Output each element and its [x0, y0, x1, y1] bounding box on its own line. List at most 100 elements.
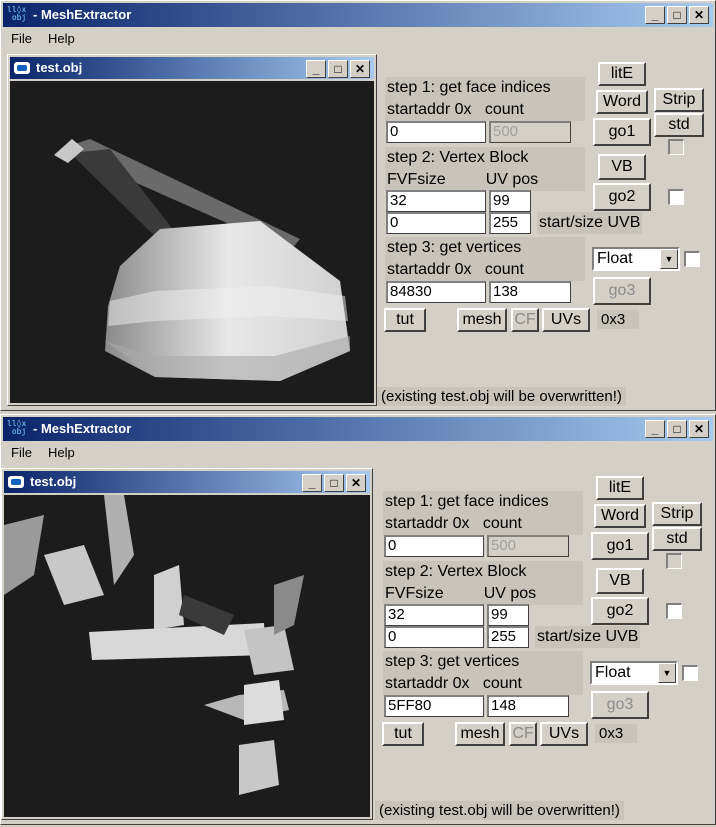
title-bar[interactable]: ll◊x obj - MeshExtractor _ □ ✕ [3, 417, 713, 441]
maximize-icon[interactable]: □ [324, 474, 344, 492]
go2-checkbox[interactable] [666, 603, 682, 619]
step1-startaddr-input[interactable]: 0 [384, 535, 484, 557]
format-select[interactable]: Float ▼ [590, 661, 678, 685]
fvfsize-input[interactable]: 32 [384, 604, 484, 626]
viewer-child-window: test.obj _ □ ✕ [1, 468, 373, 820]
title-bar[interactable]: ll◊x obj - MeshExtractor _ □ ✕ [3, 3, 713, 27]
std-checkbox [668, 139, 684, 155]
go2-button[interactable]: go2 [593, 183, 651, 211]
uvb-label: start/size UVB [537, 212, 643, 234]
std-button[interactable]: std [652, 527, 702, 551]
chevron-down-icon[interactable]: ▼ [658, 663, 676, 683]
close-icon[interactable]: ✕ [346, 474, 366, 492]
window-title: - MeshExtractor [33, 7, 132, 22]
menu-file[interactable]: File [3, 29, 40, 49]
step1-startaddr-label: startaddr 0x count [385, 99, 585, 121]
maximize-icon[interactable]: □ [667, 6, 687, 24]
uvb-start-input[interactable]: 0 [386, 212, 486, 234]
cf-button: CF [511, 308, 539, 332]
vb-button[interactable]: VB [598, 154, 646, 180]
minimize-icon[interactable]: _ [306, 60, 326, 78]
viewer-child-window: test.obj _ □ ✕ [7, 54, 377, 406]
app-icon: ll◊x obj [7, 5, 27, 22]
meshextractor-window-1: ll◊x obj - MeshExtractor _ □ ✕ File Help… [0, 0, 716, 411]
overwrite-warning: (existing test.obj will be overwritten!) [377, 387, 626, 406]
menu-file[interactable]: File [3, 443, 40, 463]
uvpos-input[interactable]: 99 [489, 190, 531, 212]
mesh-button[interactable]: mesh [455, 722, 505, 746]
step1-label: step 1: get face indices [383, 491, 583, 513]
mesh-render [54, 139, 350, 381]
tut-button[interactable]: tut [384, 308, 426, 332]
viewer-icon [14, 62, 30, 74]
child-title: test.obj [30, 474, 77, 489]
minimize-icon[interactable]: _ [302, 474, 322, 492]
close-icon[interactable]: ✕ [350, 60, 370, 78]
child-title-bar[interactable]: test.obj _ □ ✕ [4, 471, 370, 493]
step3-label: step 3: get vertices [385, 237, 585, 259]
strip-button[interactable]: Strip [654, 88, 704, 112]
lite-button[interactable]: litE [596, 476, 644, 500]
std-checkbox [666, 553, 682, 569]
step2-fvf-label: FVFsize UV pos [385, 169, 585, 191]
word-button[interactable]: Word [594, 504, 646, 528]
step3-startaddr-label: startaddr 0x count [383, 673, 583, 695]
step3-count-input[interactable]: 148 [487, 695, 569, 717]
menu-help[interactable]: Help [40, 29, 83, 49]
child-title: test.obj [36, 60, 83, 75]
step3-startaddr-input[interactable]: 5FF80 [384, 695, 484, 717]
mesh-render [4, 495, 304, 795]
uvb-start-input[interactable]: 0 [384, 626, 484, 648]
meshextractor-window-2: ll◊x obj - MeshExtractor _ □ ✕ File Help… [0, 414, 716, 825]
step2-label: step 2: Vertex Block [385, 147, 585, 169]
step2-label: step 2: Vertex Block [383, 561, 583, 583]
uvb-label: start/size UVB [535, 626, 641, 648]
step3-count-input[interactable]: 138 [489, 281, 571, 303]
viewer-icon [8, 476, 24, 488]
menu-bar: File Help [3, 29, 83, 49]
minimize-icon[interactable]: _ [645, 420, 665, 438]
step3-label: step 3: get vertices [383, 651, 583, 673]
go2-button[interactable]: go2 [591, 597, 649, 625]
step1-startaddr-input[interactable]: 0 [386, 121, 486, 143]
format-checkbox[interactable] [684, 251, 700, 267]
overwrite-warning: (existing test.obj will be overwritten!) [375, 801, 624, 820]
step1-count-input: 500 [489, 121, 571, 143]
go1-button[interactable]: go1 [591, 532, 649, 560]
uvs-button[interactable]: UVs [542, 308, 590, 332]
word-button[interactable]: Word [596, 90, 648, 114]
std-button[interactable]: std [654, 113, 704, 137]
tut-button[interactable]: tut [382, 722, 424, 746]
minimize-icon[interactable]: _ [645, 6, 665, 24]
step3-startaddr-label: startaddr 0x count [385, 259, 585, 281]
maximize-icon[interactable]: □ [328, 60, 348, 78]
uvb-size-input[interactable]: 255 [487, 626, 529, 648]
mesh-button[interactable]: mesh [457, 308, 507, 332]
menu-help[interactable]: Help [40, 443, 83, 463]
3d-viewport[interactable] [10, 81, 374, 403]
value-readout: 0x3 [597, 310, 639, 329]
go3-button: go3 [591, 691, 649, 719]
vb-button[interactable]: VB [596, 568, 644, 594]
go2-checkbox[interactable] [668, 189, 684, 205]
format-select[interactable]: Float ▼ [592, 247, 680, 271]
step1-count-input: 500 [487, 535, 569, 557]
chevron-down-icon[interactable]: ▼ [660, 249, 678, 269]
uvpos-input[interactable]: 99 [487, 604, 529, 626]
maximize-icon[interactable]: □ [667, 420, 687, 438]
lite-button[interactable]: litE [598, 62, 646, 86]
strip-button[interactable]: Strip [652, 502, 702, 526]
format-checkbox[interactable] [682, 665, 698, 681]
fvfsize-input[interactable]: 32 [386, 190, 486, 212]
close-icon[interactable]: ✕ [689, 420, 709, 438]
3d-viewport[interactable] [4, 495, 370, 817]
close-icon[interactable]: ✕ [689, 6, 709, 24]
uvs-button[interactable]: UVs [540, 722, 588, 746]
go1-button[interactable]: go1 [593, 118, 651, 146]
step1-startaddr-label: startaddr 0x count [383, 513, 583, 535]
uvb-size-input[interactable]: 255 [489, 212, 531, 234]
go3-button: go3 [593, 277, 651, 305]
step3-startaddr-input[interactable]: 84830 [386, 281, 486, 303]
child-title-bar[interactable]: test.obj _ □ ✕ [10, 57, 374, 79]
cf-button: CF [509, 722, 537, 746]
